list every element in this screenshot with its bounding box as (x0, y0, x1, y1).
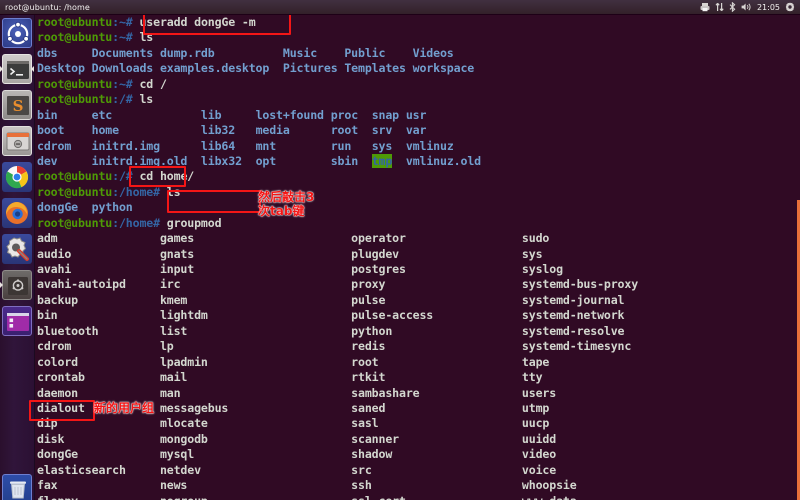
chrome-icon (2, 162, 32, 192)
terminal-line: bin etc lib lost+found proc snap usr (37, 108, 800, 123)
terminal-line: root@ubuntu:~# useradd dongGe -m (37, 15, 800, 30)
terminal-window[interactable]: root@ubuntu:~# useradd dongGe -mroot@ubu… (34, 14, 800, 500)
network-updown-icon[interactable] (715, 2, 724, 12)
terminal-line: elasticsearch netdev src voice (37, 463, 800, 478)
terminal-line: dev initrd.img.old libx32 opt sbin tmp v… (37, 154, 800, 169)
terminal-line: bin lightdm pulse-access systemd-network (37, 308, 800, 323)
launcher-item-media-player[interactable] (2, 306, 32, 336)
terminal-line: dongGe mysql shadow video (37, 447, 800, 462)
terminal-icon (3, 55, 32, 84)
terminal-line: dbs Documents dump.rdb Music Public Vide… (37, 46, 800, 61)
svg-text:S: S (13, 97, 24, 115)
printer-icon[interactable] (700, 2, 710, 12)
launcher-item-firefox[interactable] (2, 198, 32, 228)
terminal-output: root@ubuntu:~# useradd dongGe -mroot@ubu… (37, 15, 800, 500)
terminal-line: root@ubuntu:~# cd / (37, 77, 800, 92)
bluetooth-icon[interactable] (729, 2, 736, 12)
terminal-line: bluetooth list python systemd-resolve (37, 324, 800, 339)
launcher-item-files[interactable] (2, 126, 32, 156)
launcher-item-ubuntu-dash[interactable] (2, 18, 32, 48)
launcher-item-system-settings[interactable] (2, 234, 32, 264)
trash-icon (3, 475, 32, 500)
ubuntu-dash-icon (3, 19, 32, 48)
unity-launcher: S (0, 14, 35, 500)
system-tray: 21:05 (700, 2, 800, 12)
terminal-line: daemon man sambashare users (37, 386, 800, 401)
terminal-line: disk mongodb scanner uuidd (37, 432, 800, 447)
terminal-line: floppy nogroup ssl-cert www-data (37, 494, 800, 500)
launcher-item-trash[interactable] (2, 474, 32, 500)
gear-icon[interactable] (785, 2, 795, 12)
terminal-line: avahi input postgres syslog (37, 262, 800, 277)
terminal-line: adm games operator sudo (37, 231, 800, 246)
tab-hint-note: 然后敲击3 次tab键 (258, 191, 314, 218)
window-title: root@ubuntu: /home (5, 3, 90, 12)
focused-indicator-right (31, 66, 34, 72)
terminal-line: backup kmem pulse systemd-journal (37, 293, 800, 308)
terminal-line: Desktop Downloads examples.desktop Pictu… (37, 61, 800, 76)
volume-icon[interactable] (741, 2, 752, 12)
terminal-line: root@ubuntu:~# ls (37, 30, 800, 45)
terminal-line: boot home lib32 media root srv var (37, 123, 800, 138)
terminal-line: cdrom lp redis systemd-timesync (37, 339, 800, 354)
terminal-line: colord lpadmin root tape (37, 355, 800, 370)
launcher-item-terminal[interactable] (2, 54, 32, 84)
launcher-item-ubuntu-software[interactable] (2, 270, 32, 300)
desktop-screen: root@ubuntu: /home 21:05 (0, 0, 800, 500)
system-settings-icon (2, 234, 32, 264)
tmp-dir-highlight: tmp (372, 154, 393, 168)
launcher-item-chrome[interactable] (2, 162, 32, 192)
terminal-line: root@ubuntu:/home# groupmod (37, 216, 800, 231)
terminal-line: crontab mail rtkit tty (37, 370, 800, 385)
top-panel: root@ubuntu: /home 21:05 (0, 0, 800, 15)
running-indicator-left (0, 282, 3, 288)
terminal-line: root@ubuntu:/# ls (37, 92, 800, 107)
terminal-line: root@ubuntu:/home# ls (37, 185, 800, 200)
terminal-line: dip mlocate sasl uucp (37, 416, 800, 431)
media-player-icon (3, 307, 32, 336)
firefox-icon (2, 198, 32, 228)
terminal-line: avahi-autoipd irc proxy systemd-bus-prox… (37, 277, 800, 292)
terminal-line: cdrom initrd.img lib64 mnt run sys vmlin… (37, 139, 800, 154)
terminal-line: root@ubuntu:/# cd home/ (37, 169, 800, 184)
clock-label[interactable]: 21:05 (757, 3, 780, 12)
terminal-line: fax news ssh whoopsie (37, 478, 800, 493)
launcher-item-sublime-text[interactable]: S (2, 90, 32, 120)
terminal-line: dongGe python (37, 200, 800, 215)
sublime-text-icon: S (3, 91, 32, 120)
new-group-note: 新的用户组 (94, 402, 154, 416)
terminal-line: audio gnats plugdev sys (37, 247, 800, 262)
ubuntu-software-icon (3, 271, 32, 300)
running-indicator-left (0, 66, 3, 72)
files-icon (3, 127, 32, 156)
